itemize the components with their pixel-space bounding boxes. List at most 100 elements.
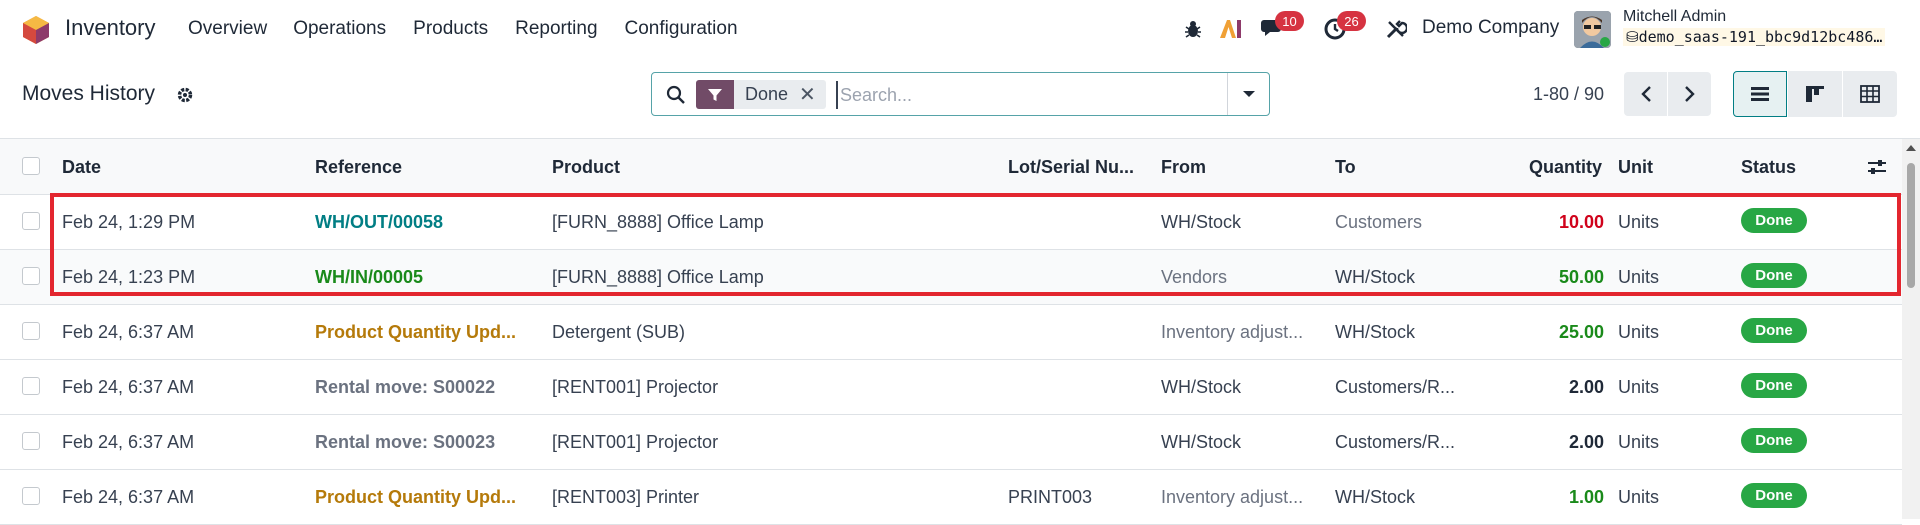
pager-next-button[interactable]	[1668, 72, 1711, 116]
cell-reference[interactable]: Rental move: S00022	[315, 377, 495, 398]
status-badge: Done	[1741, 483, 1807, 508]
column-quantity[interactable]: Quantity	[1529, 157, 1602, 178]
cell-date: Feb 24, 6:37 AM	[62, 377, 195, 397]
list-icon	[1751, 87, 1769, 101]
table-row[interactable]: Feb 24, 1:23 PM WH/IN/00005 [FURN_8888] …	[0, 250, 1902, 305]
table-grid-icon	[1860, 85, 1880, 103]
menu-reporting[interactable]: Reporting	[515, 18, 597, 40]
search-options-toggle[interactable]	[1227, 73, 1269, 115]
activities-icon[interactable]: 26	[1322, 11, 1366, 42]
messages-badge: 10	[1275, 11, 1304, 31]
cell-date: Feb 24, 1:23 PM	[62, 267, 196, 287]
vertical-scrollbar[interactable]	[1902, 139, 1920, 519]
database-name: ⛁demo_saas-191_bbc9d12bc486…	[1623, 28, 1886, 46]
avatar[interactable]	[1574, 11, 1611, 48]
row-checkbox[interactable]	[22, 377, 40, 395]
table-row[interactable]: Feb 24, 6:37 AM Rental move: S00023 [REN…	[0, 415, 1902, 470]
column-status[interactable]: Status	[1741, 157, 1796, 178]
cell-unit: Units	[1618, 432, 1660, 452]
cell-product: Detergent (SUB)	[552, 322, 686, 342]
cell-from: Inventory adjust...	[1161, 322, 1304, 342]
activities-badge: 26	[1337, 11, 1366, 31]
menu-configuration[interactable]: Configuration	[625, 18, 738, 40]
scroll-up-arrow-icon[interactable]	[1906, 145, 1916, 151]
cell-date: Feb 24, 1:29 PM	[62, 212, 196, 232]
cell-reference[interactable]: WH/IN/00005	[315, 267, 423, 288]
table-header: Date Reference Product Lot/Serial Nu... …	[0, 139, 1902, 195]
list-view-button[interactable]	[1733, 71, 1787, 117]
table-row[interactable]: Feb 24, 1:29 PM WH/OUT/00058 [FURN_8888]…	[0, 195, 1902, 250]
gear-icon[interactable]	[176, 86, 194, 109]
column-date[interactable]: Date	[62, 157, 101, 178]
column-reference[interactable]: Reference	[315, 157, 402, 178]
row-checkbox[interactable]	[22, 487, 40, 505]
tools-icon[interactable]	[1383, 16, 1409, 42]
column-to[interactable]: To	[1335, 157, 1356, 178]
chevron-right-icon	[1684, 86, 1695, 102]
row-checkbox[interactable]	[22, 212, 40, 230]
cell-from: WH/Stock	[1161, 432, 1242, 452]
cell-unit: Units	[1618, 212, 1660, 232]
facet-label: Done	[745, 84, 789, 104]
cell-from: WH/Stock	[1161, 377, 1242, 397]
column-lot[interactable]: Lot/Serial Nu...	[1008, 157, 1134, 178]
cell-reference[interactable]: Rental move: S00023	[315, 432, 495, 453]
cell-unit: Units	[1618, 487, 1660, 507]
filter-icon	[696, 80, 734, 109]
column-unit[interactable]: Unit	[1618, 157, 1653, 178]
cell-unit: Units	[1618, 322, 1660, 342]
bug-icon[interactable]	[1180, 16, 1206, 42]
select-all-checkbox[interactable]	[22, 157, 40, 175]
messages-icon[interactable]: 10	[1260, 11, 1304, 42]
menu-products[interactable]: Products	[413, 18, 488, 40]
cell-unit: Units	[1618, 267, 1660, 287]
search-icon[interactable]	[666, 85, 686, 110]
main-menu: Overview Operations Products Reporting C…	[188, 18, 765, 40]
app-name[interactable]: Inventory	[65, 15, 156, 41]
table-row[interactable]: Feb 24, 6:37 AM Product Quantity Upd... …	[0, 305, 1902, 360]
scrollbar-thumb[interactable]	[1907, 163, 1915, 288]
status-badge: Done	[1741, 263, 1807, 288]
search-bar: Done ✕	[651, 72, 1270, 116]
kanban-view-button[interactable]	[1788, 71, 1842, 117]
pager-value[interactable]: 1-80 / 90	[1533, 84, 1604, 105]
column-product[interactable]: Product	[552, 157, 620, 178]
status-badge: Done	[1741, 428, 1807, 453]
row-checkbox[interactable]	[22, 432, 40, 450]
menu-operations[interactable]: Operations	[293, 18, 386, 40]
menu-overview[interactable]: Overview	[188, 18, 267, 40]
ai-icon[interactable]	[1218, 16, 1244, 42]
database-name-text: demo_saas-191_bbc9d12bc486…	[1638, 28, 1883, 46]
cell-product: [FURN_8888] Office Lamp	[552, 212, 764, 232]
status-badge: Done	[1741, 373, 1807, 398]
cell-product: [RENT001] Projector	[552, 377, 719, 397]
remove-facet-icon[interactable]: ✕	[799, 82, 826, 107]
status-badge: Done	[1741, 208, 1807, 233]
cell-reference[interactable]: WH/OUT/00058	[315, 212, 443, 233]
cell-to: Customers	[1335, 212, 1423, 232]
table-row[interactable]: Feb 24, 6:37 AM Rental move: S00022 [REN…	[0, 360, 1902, 415]
cell-to: Customers/R...	[1335, 432, 1456, 452]
company-switcher[interactable]: Demo Company	[1422, 17, 1559, 39]
inventory-logo-icon[interactable]	[20, 14, 52, 46]
cell-quantity: 10.00	[1558, 212, 1604, 232]
cell-quantity: 2.00	[1568, 377, 1604, 397]
row-checkbox[interactable]	[22, 267, 40, 285]
search-input[interactable]	[836, 81, 1216, 109]
cell-product: [RENT001] Projector	[552, 432, 719, 452]
search-facet-done: Done ✕	[696, 80, 826, 109]
cell-from: Vendors	[1161, 267, 1228, 287]
user-name[interactable]: Mitchell Admin	[1623, 8, 1726, 26]
pivot-view-button[interactable]	[1843, 71, 1897, 117]
cell-from: Inventory adjust...	[1161, 487, 1304, 507]
cell-date: Feb 24, 6:37 AM	[62, 432, 195, 452]
column-from[interactable]: From	[1161, 157, 1206, 178]
table-row[interactable]: Feb 24, 6:37 AM Product Quantity Upd... …	[0, 470, 1902, 525]
cell-reference[interactable]: Product Quantity Upd...	[315, 322, 516, 343]
optional-columns-icon[interactable]	[1867, 158, 1887, 181]
row-checkbox[interactable]	[22, 322, 40, 340]
pager-previous-button[interactable]	[1624, 72, 1667, 116]
database-icon: ⛁	[1626, 28, 1639, 46]
cell-reference[interactable]: Product Quantity Upd...	[315, 487, 516, 508]
cell-to: WH/Stock	[1335, 267, 1416, 287]
